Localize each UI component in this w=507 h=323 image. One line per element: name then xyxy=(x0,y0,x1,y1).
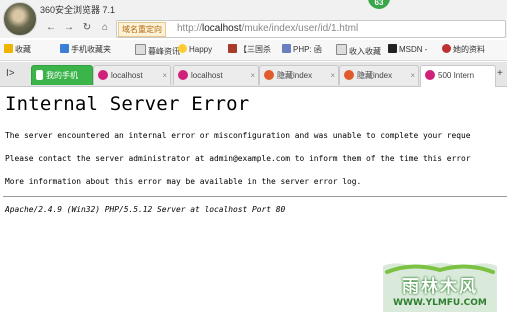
tab-localhost[interactable]: localhost × xyxy=(173,65,259,85)
divider xyxy=(3,196,507,197)
tab-my-phone[interactable]: 我的手机 xyxy=(31,65,93,85)
msdn-icon xyxy=(388,44,397,53)
url-text[interactable]: http://localhost/muke/index/user/id/1.ht… xyxy=(177,22,358,36)
flame-icon xyxy=(344,70,354,80)
new-tab-icon[interactable]: + xyxy=(497,68,503,79)
php-icon xyxy=(282,44,291,53)
tab-hidden-index[interactable]: 隐藏index × xyxy=(259,65,339,85)
tab-hidden-index[interactable]: 隐藏index × xyxy=(339,65,419,85)
home-icon[interactable]: ⌂ xyxy=(98,21,112,35)
redirect-badge: 域名重定向 xyxy=(118,22,166,37)
notification-badge[interactable]: 63 xyxy=(368,0,390,9)
star-icon xyxy=(4,44,13,53)
bookmark-item[interactable]: MSDN - xyxy=(388,44,427,56)
browser-title: 360安全浏览器 7.1 xyxy=(40,5,116,15)
phone-icon xyxy=(60,44,69,53)
phone-icon xyxy=(36,70,43,80)
close-icon[interactable]: × xyxy=(410,66,415,85)
log-message: More information about this error may be… xyxy=(5,177,362,186)
close-icon[interactable]: × xyxy=(330,66,335,85)
error-message: The server encountered an internal error… xyxy=(5,131,471,140)
contact-message: Please contact the server administrator … xyxy=(5,154,471,163)
close-icon[interactable]: × xyxy=(250,66,255,85)
watermark: 雨林木风 WWW.YLMFU.COM xyxy=(377,258,503,318)
page-title: Internal Server Error xyxy=(5,93,250,115)
favicon-icon xyxy=(98,70,108,80)
bookmarks-bar: 收藏 手机收藏夹 暮峰资讯 Happy 【三国杀 PHP: 函 收入收藏 MSD… xyxy=(0,40,507,61)
favicon-icon xyxy=(425,70,435,80)
bookmark-favorites[interactable]: 收藏 xyxy=(4,44,31,56)
tab-500-error[interactable]: 500 Intern xyxy=(420,65,496,87)
watermark-url: WWW.YLMFU.COM xyxy=(393,298,487,308)
game-icon xyxy=(228,44,237,53)
forward-icon[interactable]: → xyxy=(62,21,76,35)
tab-localhost[interactable]: localhost × xyxy=(93,65,171,85)
bookmark-item[interactable]: 收入收藏 xyxy=(336,44,381,58)
server-signature: Apache/2.4.9 (Win32) PHP/5.5.12 Server a… xyxy=(5,205,286,214)
bookmark-item[interactable]: 她的资料 xyxy=(442,44,485,56)
favicon-icon xyxy=(178,70,188,80)
navigation-bar: ← → ↻ ⌂ 域名重定向 http://localhost/muke/inde… xyxy=(0,18,507,38)
smiley-icon xyxy=(178,44,187,53)
bookmark-item[interactable]: PHP: 函 xyxy=(282,44,322,56)
avatar[interactable] xyxy=(3,2,37,36)
bookmark-item[interactable]: Happy xyxy=(178,44,212,56)
bookmark-item[interactable]: 手机收藏夹 xyxy=(60,44,111,56)
close-icon[interactable]: × xyxy=(162,66,167,85)
bookmark-item[interactable]: 暮峰资讯 xyxy=(135,44,180,58)
back-icon[interactable]: ← xyxy=(44,21,58,35)
title-bar: 360安全浏览器 7.1 63 xyxy=(0,0,507,36)
flame-icon xyxy=(264,70,274,80)
address-bar[interactable]: 域名重定向 http://localhost/muke/index/user/i… xyxy=(116,20,506,38)
refresh-icon[interactable]: ↻ xyxy=(80,21,94,35)
watermark-brand: 雨林木风 xyxy=(402,277,478,297)
tab-list-icon[interactable]: I> xyxy=(6,68,15,79)
bookmark-item[interactable]: 【三国杀 xyxy=(228,44,271,56)
tab-bar: I> 我的手机 localhost × localhost × 隐藏index × 隐… xyxy=(0,62,507,87)
page-icon xyxy=(336,44,347,55)
page-icon xyxy=(135,44,146,55)
profile-icon xyxy=(442,44,451,53)
